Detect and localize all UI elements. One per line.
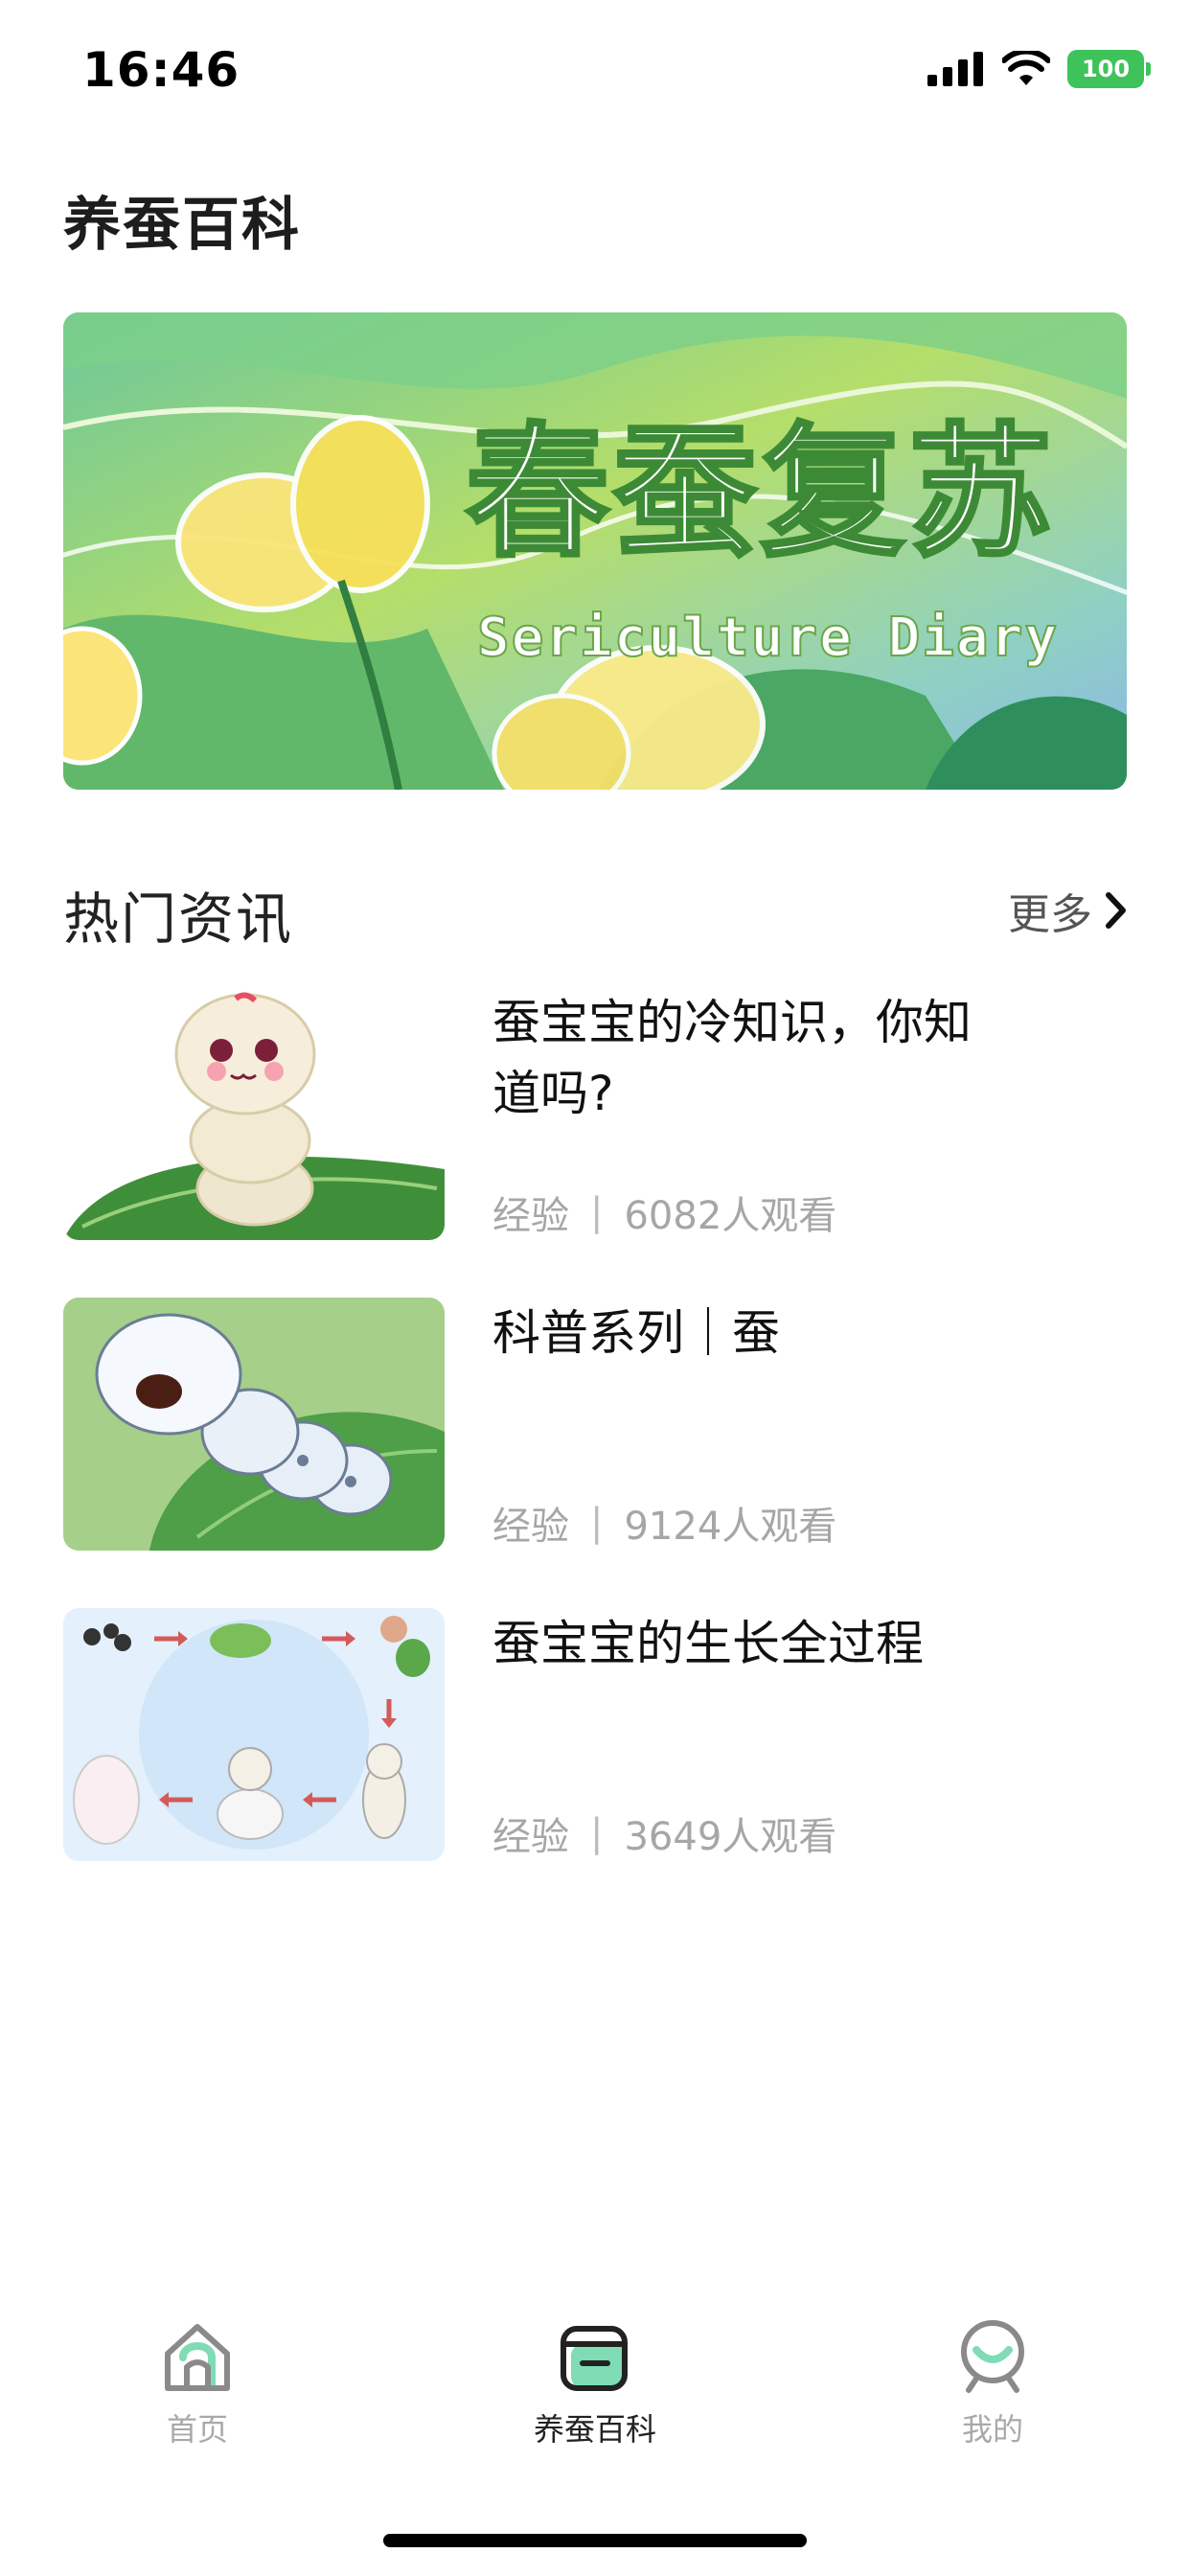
tab-bar: 首页 养蚕百科 我的 bbox=[0, 2319, 1190, 2511]
banner-title: 春蚕复苏 bbox=[466, 410, 1056, 577]
tab-home[interactable]: 首页 bbox=[54, 2319, 341, 2450]
news-thumbnail bbox=[63, 1608, 445, 1861]
tab-label: 养蚕百科 bbox=[533, 2411, 656, 2448]
banner[interactable]: 春蚕复苏 Sericulture Diary bbox=[63, 312, 1127, 790]
news-item-3[interactable]: 蚕宝宝的生长全过程 经验 | 3649人观看 bbox=[63, 1608, 1127, 1861]
tab-label: 首页 bbox=[166, 2411, 228, 2448]
news-item-2[interactable]: 科普系列｜蚕 经验 | 9124人观看 bbox=[63, 1298, 1127, 1551]
home-icon bbox=[165, 2324, 230, 2391]
news-views: 9124人观看 bbox=[624, 1505, 837, 1549]
news-meta: 经验 | 6082人观看 bbox=[492, 1184, 836, 1240]
encyclopedia-icon bbox=[561, 2326, 628, 2391]
news-thumbnail bbox=[63, 1298, 445, 1551]
meta-separator: | bbox=[590, 1190, 604, 1234]
tab-profile[interactable]: 我的 bbox=[849, 2319, 1136, 2450]
news-views: 6082人观看 bbox=[624, 1194, 837, 1238]
more-label: 更多 bbox=[1008, 890, 1092, 939]
news-item-1[interactable]: 蚕宝宝的冷知识，你知道吗? 经验 | 6082人观看 bbox=[63, 987, 1127, 1240]
news-category: 经验 bbox=[492, 1505, 569, 1549]
signal-icon bbox=[927, 52, 983, 86]
status-icons: 100 bbox=[927, 50, 1151, 88]
banner-subtitle: Sericulture Diary bbox=[477, 607, 1059, 669]
status-time: 16:46 bbox=[82, 42, 240, 98]
meta-separator: | bbox=[590, 1811, 604, 1855]
news-title: 蚕宝宝的生长全过程 bbox=[492, 1616, 924, 1671]
battery-icon: 100 bbox=[1067, 50, 1151, 88]
page-title: 养蚕百科 bbox=[63, 192, 301, 259]
news-meta: 经验 | 3649人观看 bbox=[492, 1806, 836, 1861]
home-indicator bbox=[383, 2534, 807, 2547]
news-category: 经验 bbox=[492, 1194, 569, 1238]
meta-separator: | bbox=[590, 1501, 604, 1545]
news-list: 蚕宝宝的冷知识，你知道吗? 经验 | 6082人观看 科普系列｜蚕 经验 | 9… bbox=[63, 987, 1127, 1919]
tab-encyclopedia[interactable]: 养蚕百科 bbox=[451, 2319, 739, 2450]
battery-level: 100 bbox=[1081, 56, 1131, 82]
news-title: 蚕宝宝的冷知识，你知道吗? bbox=[492, 995, 972, 1121]
more-link[interactable]: 更多 bbox=[1008, 880, 1127, 941]
profile-icon bbox=[961, 2320, 1024, 2393]
news-title: 科普系列｜蚕 bbox=[492, 1305, 780, 1361]
section-title: 热门资讯 bbox=[63, 886, 294, 952]
tab-label: 我的 bbox=[961, 2411, 1023, 2448]
banner-illustration: 春蚕复苏 Sericulture Diary bbox=[63, 312, 1127, 790]
status-bar: 16:46 100 bbox=[0, 0, 1190, 144]
news-category: 经验 bbox=[492, 1815, 569, 1859]
chevron-right-icon bbox=[1106, 892, 1126, 929]
wifi-icon bbox=[1002, 51, 1050, 85]
news-meta: 经验 | 9124人观看 bbox=[492, 1495, 836, 1551]
news-views: 3649人观看 bbox=[624, 1815, 837, 1859]
news-thumbnail bbox=[63, 987, 445, 1240]
